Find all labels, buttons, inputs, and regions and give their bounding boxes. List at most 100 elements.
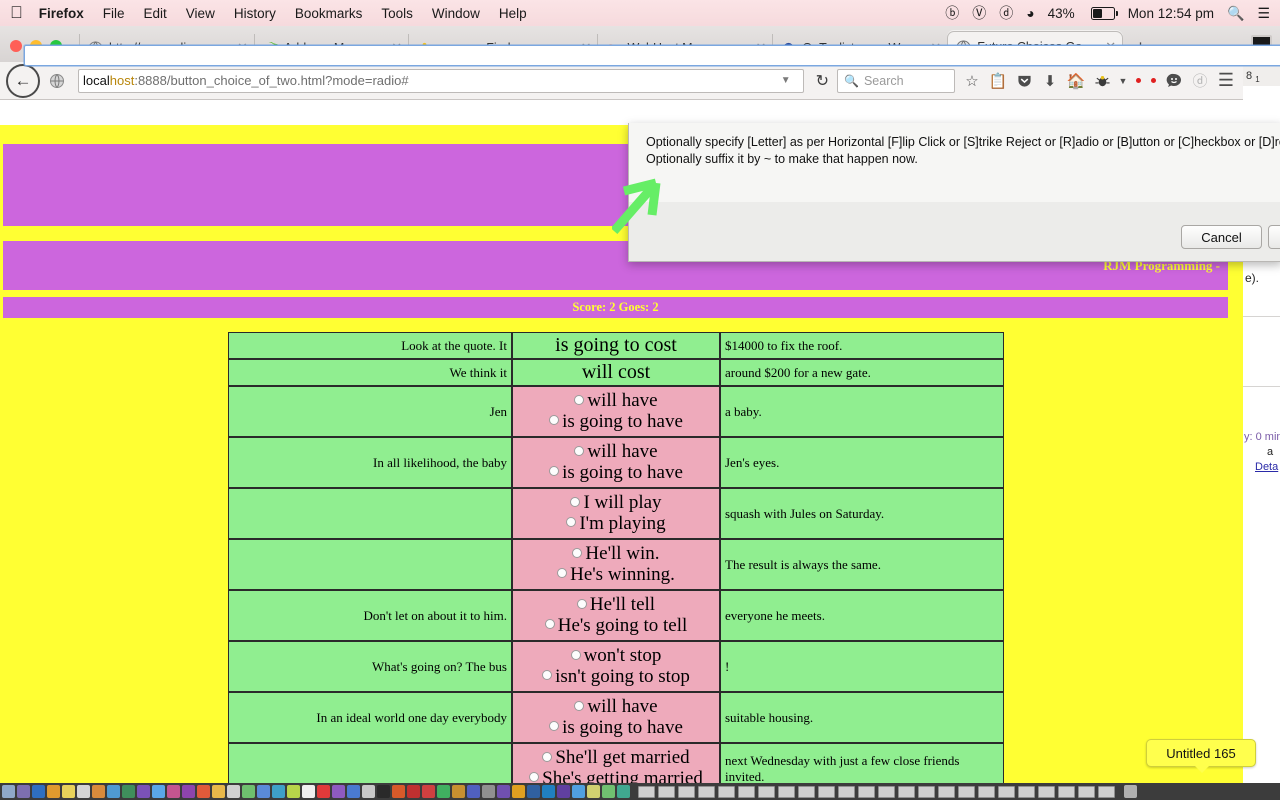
dock-app-icon[interactable] (137, 785, 150, 798)
dock-app-icon[interactable] (617, 785, 630, 798)
menu-item-history[interactable]: History (234, 6, 276, 21)
caret-down-icon[interactable]: ▼ (1115, 66, 1131, 96)
dock-app-icon[interactable] (602, 785, 615, 798)
dock-minimized-window[interactable] (1078, 785, 1095, 798)
radio-button-icon[interactable] (549, 466, 560, 477)
row-choice-cell[interactable]: He'll tell He's going to tell (512, 590, 720, 641)
prompt-text-input[interactable] (24, 45, 1280, 66)
radio-button-icon[interactable] (566, 517, 577, 528)
dock-app-icon[interactable] (107, 785, 120, 798)
dock-app-icon[interactable] (242, 785, 255, 798)
firebug-bug-icon[interactable] (1089, 66, 1115, 96)
spotlight-swirl-icon[interactable]: ⓓ (1187, 66, 1213, 96)
dock-app-icon[interactable] (167, 785, 180, 798)
dock-app-icon[interactable] (302, 785, 315, 798)
dock-minimized-window[interactable] (698, 785, 715, 798)
addon-dot-icon[interactable] (1136, 78, 1141, 83)
dock-app-icon[interactable] (212, 785, 225, 798)
dock-app-icon[interactable] (527, 785, 540, 798)
radio-option[interactable]: He's winning. (517, 564, 715, 585)
dock-minimized-window[interactable] (1058, 785, 1075, 798)
dock-app-icon[interactable] (452, 785, 465, 798)
dock-app-icon[interactable] (362, 785, 375, 798)
pocket-icon[interactable] (1011, 66, 1037, 96)
radio-option[interactable]: I'm playing (517, 513, 715, 534)
dock-minimized-window[interactable] (858, 785, 875, 798)
radio-option[interactable]: He's going to tell (517, 615, 715, 636)
radio-option[interactable]: She'll get married (517, 748, 715, 768)
dock-minimized-window[interactable] (658, 785, 675, 798)
dock-app-icon[interactable] (377, 785, 390, 798)
dock-app-icon[interactable] (497, 785, 510, 798)
trash-icon[interactable] (1124, 785, 1137, 798)
dock-app-icon[interactable] (587, 785, 600, 798)
radio-button-icon[interactable] (570, 649, 581, 660)
dock-minimized-window[interactable] (878, 785, 895, 798)
bookmark-star-icon[interactable]: ☆ (959, 66, 985, 96)
hamburger-menu-icon[interactable]: ☰ (1213, 66, 1239, 96)
close-window-button[interactable] (10, 40, 22, 52)
dock-app-icon[interactable] (47, 785, 60, 798)
dock-app-icon[interactable] (557, 785, 570, 798)
radio-button-icon[interactable] (529, 772, 540, 783)
dock-app-icon[interactable] (542, 785, 555, 798)
radio-option[interactable]: isn't going to stop (517, 666, 715, 687)
dock-minimized-window[interactable] (978, 785, 995, 798)
chevron-down-icon[interactable]: ▼ (781, 75, 791, 86)
dock-app-icon[interactable] (317, 785, 330, 798)
radio-button-icon[interactable] (570, 496, 581, 507)
addon-dot-icon[interactable] (1151, 78, 1156, 83)
dock-app-icon[interactable] (347, 785, 360, 798)
radio-option[interactable]: won't stop (517, 646, 715, 666)
menubar-clock[interactable]: Mon 12:54 pm (1128, 6, 1214, 21)
dock-minimized-window[interactable] (1098, 785, 1115, 798)
smiley-icon[interactable] (1161, 66, 1187, 96)
dock-app-icon[interactable] (122, 785, 135, 798)
dock-app-icon[interactable] (92, 785, 105, 798)
radio-option[interactable]: He'll win. (517, 544, 715, 564)
dock-app-icon[interactable] (482, 785, 495, 798)
radio-option[interactable]: is going to have (517, 462, 715, 483)
dock-app-icon[interactable] (512, 785, 525, 798)
dock-app-icon[interactable] (17, 785, 30, 798)
dock-minimized-window[interactable] (758, 785, 775, 798)
dock-app-icon[interactable] (272, 785, 285, 798)
url-bar[interactable]: localhost:8888/button_choice_of_two.html… (78, 68, 804, 93)
dock-app-icon[interactable] (62, 785, 75, 798)
menu-item-file[interactable]: File (103, 6, 125, 21)
dock-app-icon[interactable] (182, 785, 195, 798)
radio-button-icon[interactable] (549, 415, 560, 426)
radio-option[interactable]: will have (517, 697, 715, 717)
dock-app-icon[interactable] (287, 785, 300, 798)
search-icon[interactable]: 🔍 (1227, 5, 1244, 22)
menu-item-edit[interactable]: Edit (144, 6, 167, 21)
cancel-button[interactable]: Cancel (1181, 225, 1262, 249)
dock-app-icon[interactable] (2, 785, 15, 798)
row-choice-cell[interactable]: will have is going to have (512, 437, 720, 488)
radio-button-icon[interactable] (576, 598, 587, 609)
spotlight-swirl-icon[interactable]: ⓓ (999, 3, 1013, 23)
notification-center-icon[interactable]: ☰ (1257, 5, 1270, 22)
dock-minimized-window[interactable] (718, 785, 735, 798)
wifi-icon[interactable]: ◕ (1026, 5, 1034, 21)
home-icon[interactable]: 🏠 (1063, 66, 1089, 96)
search-input[interactable]: 🔍 Search (837, 68, 955, 93)
radio-option[interactable]: will have (517, 442, 715, 462)
dock-app-icon[interactable] (572, 785, 585, 798)
dock-app-icon[interactable] (437, 785, 450, 798)
radio-option[interactable]: I will play (517, 493, 715, 513)
menu-item-help[interactable]: Help (499, 6, 527, 21)
dock-minimized-window[interactable] (958, 785, 975, 798)
radio-option[interactable]: is going to have (517, 717, 715, 738)
menu-item-bookmarks[interactable]: Bookmarks (295, 6, 363, 21)
dock-minimized-window[interactable] (918, 785, 935, 798)
row-choice-cell[interactable]: He'll win. He's winning. (512, 539, 720, 590)
radio-button-icon[interactable] (542, 751, 553, 762)
row-choice-cell[interactable]: will have is going to have (512, 692, 720, 743)
dock-app-icon[interactable] (32, 785, 45, 798)
battery-icon[interactable] (1088, 6, 1118, 20)
radio-button-icon[interactable] (557, 568, 568, 579)
dock-minimized-window[interactable] (778, 785, 795, 798)
row-choice-cell[interactable]: won't stop isn't going to stop (512, 641, 720, 692)
menu-item-tools[interactable]: Tools (381, 6, 413, 21)
